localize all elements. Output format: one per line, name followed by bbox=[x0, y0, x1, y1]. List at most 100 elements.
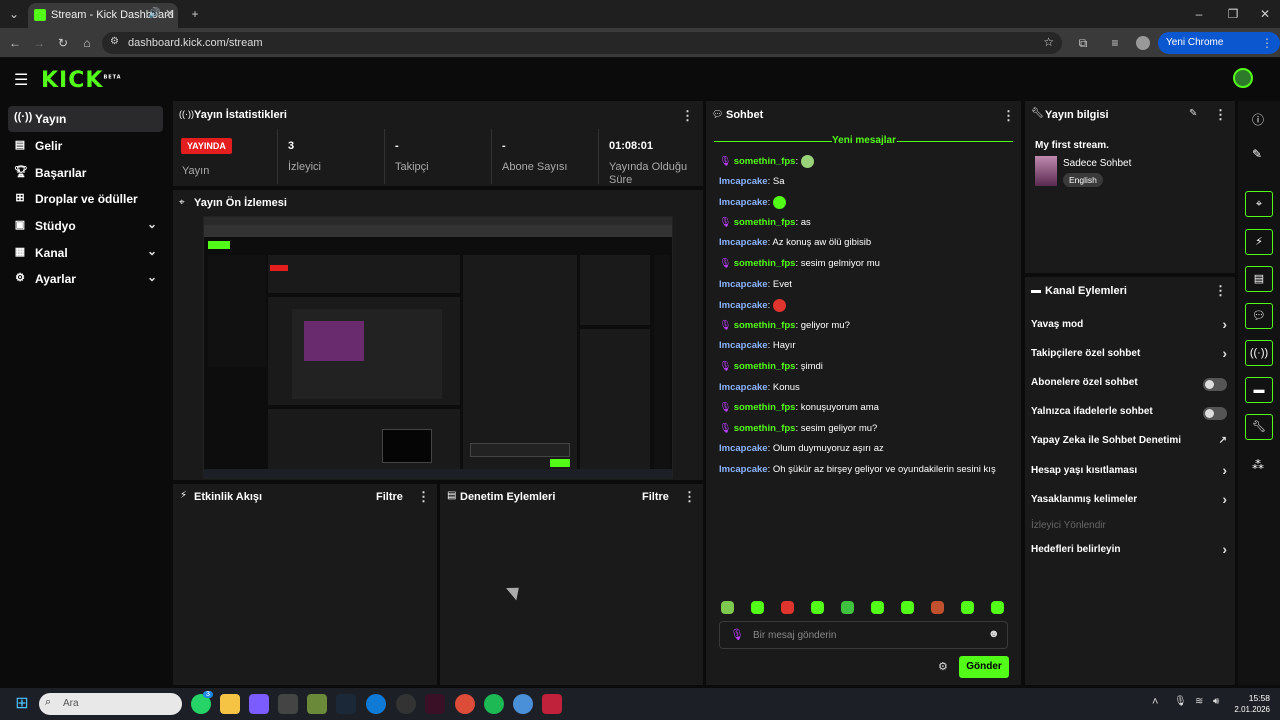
reload-icon[interactable]: ↻ bbox=[52, 32, 74, 54]
chrome-active-icon[interactable] bbox=[513, 694, 533, 714]
chat-username[interactable]: somethin_fps bbox=[734, 361, 796, 372]
chat-username[interactable]: Imcapcake bbox=[719, 176, 768, 187]
clock-time[interactable]: 15:58 bbox=[1240, 693, 1270, 703]
more-options-icon[interactable]: ⋮ bbox=[1002, 108, 1015, 124]
close-tab-icon[interactable]: ✕ bbox=[165, 7, 174, 20]
action-slow-mode[interactable]: Yavaş mod › bbox=[1031, 316, 1231, 335]
filter-button[interactable]: Filtre bbox=[376, 491, 403, 503]
chat-username[interactable]: somethin_fps bbox=[734, 320, 796, 331]
chat-username[interactable]: somethin_fps bbox=[734, 217, 796, 228]
file-explorer-icon[interactable] bbox=[220, 694, 240, 714]
stats-toggle-icon[interactable]: ((·)) bbox=[1245, 340, 1273, 366]
sidebar-item-ayarlar[interactable]: ⚙ Ayarlar ⌄ bbox=[8, 266, 163, 292]
action-subscribers-only[interactable]: Abonelere özel sohbet bbox=[1031, 377, 1231, 393]
chat-username[interactable]: Imcapcake bbox=[719, 382, 768, 393]
sidebar-item-yayin[interactable]: ((·)) Yayın bbox=[8, 106, 163, 132]
preview-toggle-icon[interactable]: ⌖ bbox=[1245, 191, 1273, 217]
url-input[interactable]: ⚙ dashboard.kick.com/stream ☆ bbox=[102, 32, 1062, 54]
sidebar-item-basarilar[interactable]: 🏆︎ Başarılar bbox=[8, 160, 163, 186]
app-icon[interactable] bbox=[425, 694, 445, 714]
hamburger-menu-icon[interactable]: ☰ bbox=[14, 70, 28, 90]
minimize-icon[interactable]: – bbox=[1188, 3, 1210, 25]
more-options-icon[interactable]: ⋮ bbox=[417, 489, 430, 505]
wifi-icon[interactable]: ≋ bbox=[1195, 696, 1203, 707]
media-controls-icon[interactable]: ≡ bbox=[1104, 32, 1126, 54]
edit-pencil-icon[interactable]: ✎ bbox=[1189, 108, 1197, 119]
extensions-icon[interactable]: ⧉ bbox=[1072, 32, 1094, 54]
emotes-only-toggle[interactable] bbox=[1203, 407, 1227, 420]
profile-avatar[interactable] bbox=[1136, 36, 1150, 50]
chat-username[interactable]: Imcapcake bbox=[719, 443, 768, 454]
new-tab-icon[interactable]: + bbox=[184, 3, 206, 25]
audio-icon[interactable]: 🔊 bbox=[148, 8, 160, 19]
volume-icon[interactable]: 🔊︎ bbox=[1213, 696, 1219, 707]
tab-search-icon[interactable]: ⌄ bbox=[3, 3, 25, 25]
spotify-icon[interactable] bbox=[484, 694, 504, 714]
obs-icon[interactable] bbox=[396, 694, 416, 714]
quick-emote-icon[interactable] bbox=[871, 601, 884, 614]
chat-message-input[interactable]: 🎙︎ Bir mesaj gönderin ☻ bbox=[719, 621, 1008, 649]
quick-emote-icon[interactable] bbox=[991, 601, 1004, 614]
chat-username[interactable]: Imcapcake bbox=[719, 279, 768, 290]
close-window-icon[interactable]: ✕ bbox=[1254, 3, 1276, 25]
chat-username[interactable]: Imcapcake bbox=[719, 340, 768, 351]
chat-toggle-icon[interactable]: 💬︎ bbox=[1245, 303, 1273, 329]
chat-username[interactable]: Imcapcake bbox=[719, 300, 768, 311]
chat-settings-gear-icon[interactable]: ⚙ bbox=[938, 660, 948, 673]
tray-mic-icon[interactable]: 🎙︎ bbox=[1174, 696, 1187, 707]
quick-emote-icon[interactable] bbox=[931, 601, 944, 614]
chat-username[interactable]: somethin_fps bbox=[734, 402, 796, 413]
back-icon[interactable]: ← bbox=[4, 32, 26, 54]
action-emotes-only[interactable]: Yalnızca ifadelerle sohbet bbox=[1031, 406, 1231, 422]
app-icon[interactable] bbox=[542, 694, 562, 714]
quick-emote-icon[interactable] bbox=[781, 601, 794, 614]
filter-button[interactable]: Filtre bbox=[642, 491, 669, 503]
windows-start-icon[interactable]: ⊞ bbox=[12, 694, 32, 714]
tray-overflow-icon[interactable]: ˄ bbox=[1152, 696, 1158, 708]
clock-date[interactable]: 2.01.2026 bbox=[1226, 705, 1270, 714]
more-options-icon[interactable]: ⋮ bbox=[1214, 107, 1227, 123]
activity-toggle-icon[interactable]: ⚡︎ bbox=[1245, 229, 1273, 255]
action-followers-only[interactable]: Takipçilere özel sohbet › bbox=[1031, 345, 1231, 364]
quick-emote-icon[interactable] bbox=[811, 601, 824, 614]
sidebar-item-kanal[interactable]: ▦ Kanal ⌄ bbox=[8, 240, 163, 266]
steam-icon[interactable] bbox=[336, 694, 356, 714]
maximize-icon[interactable]: ❐ bbox=[1222, 3, 1244, 25]
home-icon[interactable]: ⌂ bbox=[76, 32, 98, 54]
kick-logo[interactable]: KICKBETA bbox=[41, 68, 122, 93]
chat-username[interactable]: somethin_fps bbox=[734, 423, 796, 434]
site-info-icon[interactable]: ⚙ bbox=[110, 36, 119, 47]
browser-tab[interactable]: Stream - Kick Dashboard 🔊 ✕ bbox=[28, 3, 178, 28]
chat-username[interactable]: Imcapcake bbox=[719, 197, 768, 208]
edit-layout-icon[interactable]: ✎ bbox=[1252, 147, 1262, 161]
minecraft-icon[interactable] bbox=[307, 694, 327, 714]
sidebar-item-studyo[interactable]: ▣ Stüdyo ⌄ bbox=[8, 213, 163, 239]
send-button[interactable]: Gönder bbox=[959, 656, 1009, 678]
chrome-menu-icon[interactable]: ⋮ bbox=[1256, 32, 1278, 54]
chrome-icon[interactable] bbox=[455, 694, 475, 714]
stream-preview-video[interactable] bbox=[203, 216, 673, 479]
chat-username[interactable]: somethin_fps bbox=[734, 258, 796, 269]
action-ai-moderation[interactable]: Yapay Zeka ile Sohbet Denetimi ↗ bbox=[1031, 435, 1231, 451]
quick-emote-icon[interactable] bbox=[841, 601, 854, 614]
copilot-icon[interactable] bbox=[249, 694, 269, 714]
action-banned-words[interactable]: Yasaklanmış kelimeler › bbox=[1031, 491, 1231, 510]
more-options-icon[interactable]: ⋮ bbox=[683, 489, 696, 505]
more-options-icon[interactable]: ⋮ bbox=[681, 108, 694, 124]
edge-icon[interactable] bbox=[366, 694, 386, 714]
user-avatar[interactable] bbox=[1233, 68, 1253, 88]
quick-emote-icon[interactable] bbox=[961, 601, 974, 614]
emoji-icon[interactable]: ☻ bbox=[988, 628, 1000, 640]
quick-emote-icon[interactable] bbox=[721, 601, 734, 614]
channel-actions-toggle-icon[interactable]: ▬ bbox=[1245, 377, 1273, 403]
taskbar-search[interactable]: ⌕ Ara bbox=[39, 693, 182, 715]
action-account-age[interactable]: Hesap yaşı kısıtlaması › bbox=[1031, 462, 1231, 481]
action-set-goals[interactable]: Hedefleri belirleyin › bbox=[1031, 541, 1231, 560]
subscribers-only-toggle[interactable] bbox=[1203, 378, 1227, 391]
add-widget-icon[interactable]: ⁂ bbox=[1252, 458, 1264, 472]
sidebar-item-gelir[interactable]: ▤ Gelir bbox=[8, 133, 163, 159]
info-icon[interactable]: ⓘ bbox=[1252, 111, 1264, 128]
stream-info-toggle-icon[interactable]: 🔧︎ bbox=[1245, 414, 1273, 440]
chat-username[interactable]: Imcapcake bbox=[719, 237, 768, 248]
quick-emote-icon[interactable] bbox=[901, 601, 914, 614]
